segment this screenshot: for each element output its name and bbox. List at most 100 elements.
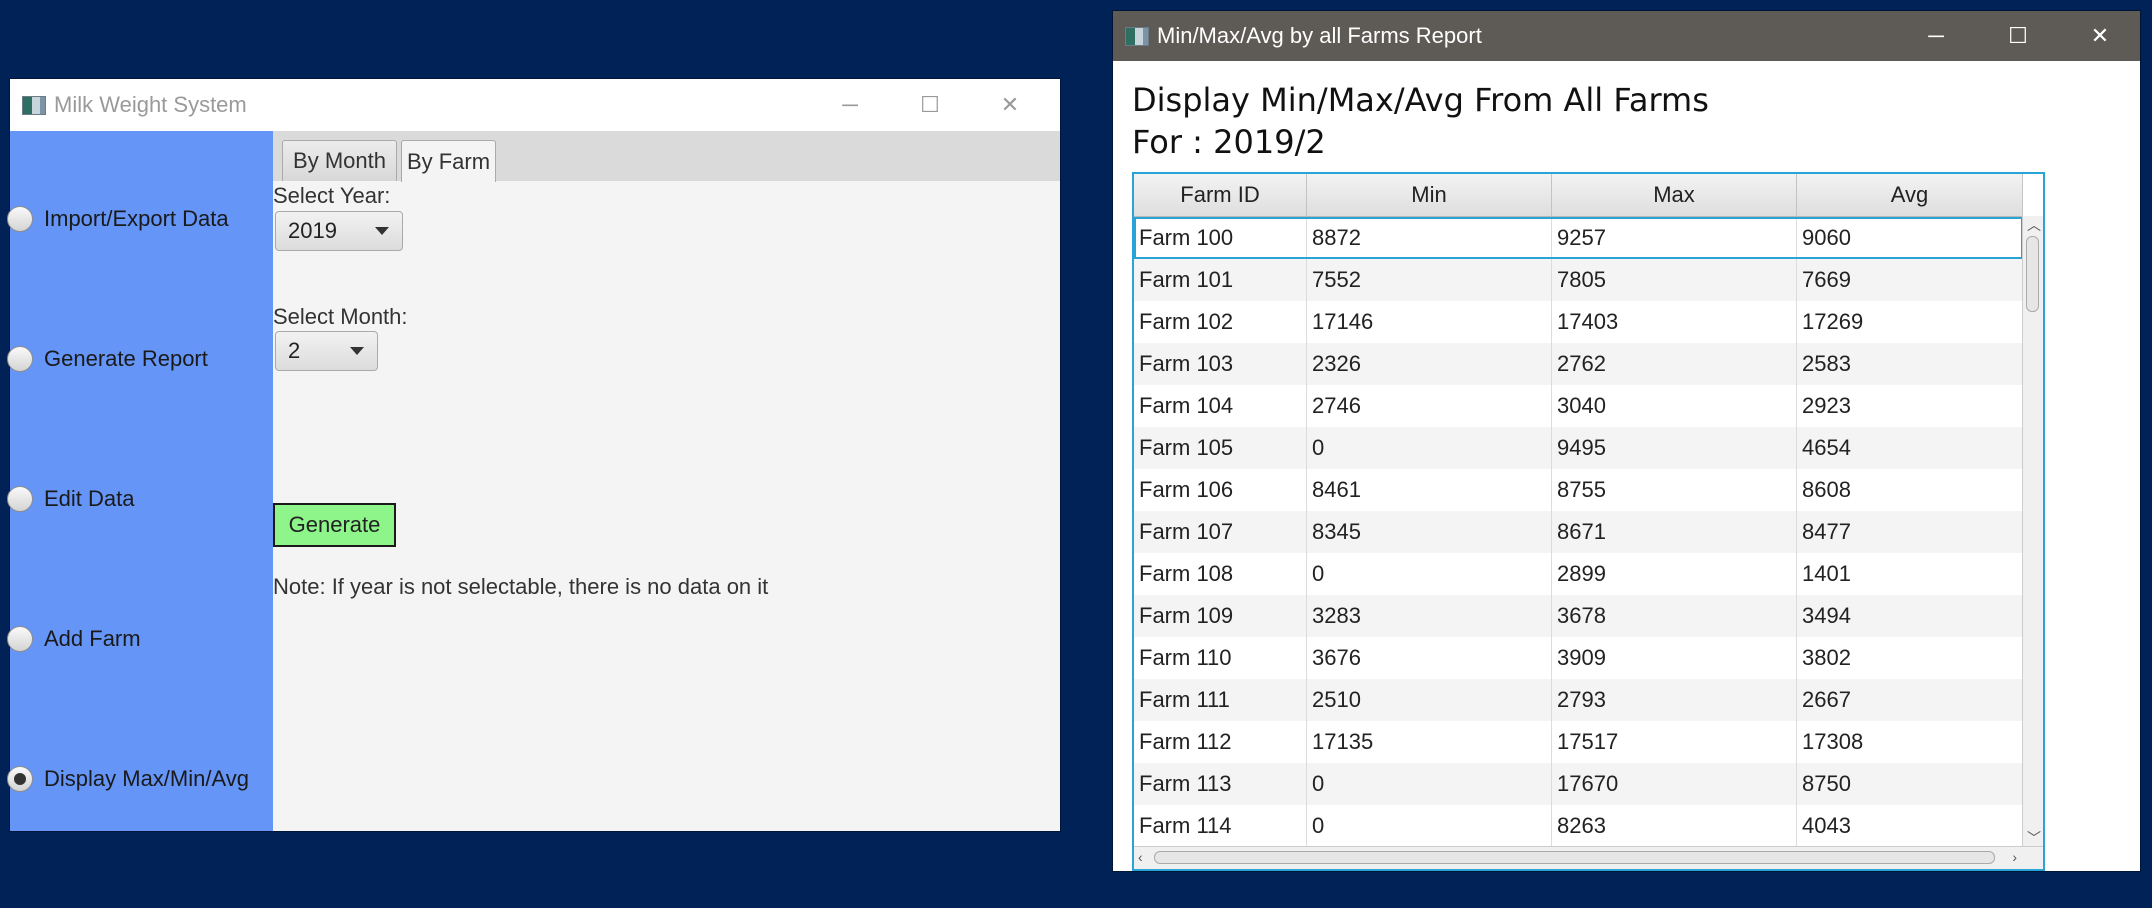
maximize-icon[interactable]: ☐ bbox=[1978, 11, 2058, 61]
main-window-titlebar[interactable]: Milk Weight System ─ ☐ ✕ bbox=[10, 79, 1060, 131]
radio-button-selected[interactable] bbox=[7, 766, 33, 792]
cell-avg: 8750 bbox=[1797, 763, 2023, 805]
cell-avg: 2583 bbox=[1797, 343, 2023, 385]
radio-button[interactable] bbox=[7, 626, 33, 652]
tab-by-farm[interactable]: By Farm bbox=[401, 140, 496, 182]
scroll-down-icon[interactable]: ﹀ bbox=[2027, 831, 2041, 845]
vertical-scrollbar[interactable]: ︿ ﹀ bbox=[2022, 216, 2043, 847]
cell-min: 2510 bbox=[1307, 679, 1552, 721]
radio-button[interactable] bbox=[7, 206, 33, 232]
vertical-scroll-thumb[interactable] bbox=[2026, 236, 2039, 312]
cell-farm-id: Farm 113 bbox=[1134, 763, 1307, 805]
table-row[interactable]: Farm 114 0 8263 4043 bbox=[1134, 805, 2023, 847]
cell-max: 8755 bbox=[1552, 469, 1797, 511]
chevron-down-icon bbox=[350, 347, 364, 355]
cell-max: 7805 bbox=[1552, 259, 1797, 301]
table-row[interactable]: Farm 108 0 2899 1401 bbox=[1134, 553, 2023, 595]
cell-farm-id: Farm 112 bbox=[1134, 721, 1307, 763]
radio-button[interactable] bbox=[7, 346, 33, 372]
cell-max: 3678 bbox=[1552, 595, 1797, 637]
table-row[interactable]: Farm 106 8461 8755 8608 bbox=[1134, 469, 2023, 511]
month-select-value: 2 bbox=[288, 338, 301, 363]
cell-farm-id: Farm 111 bbox=[1134, 679, 1307, 721]
cell-min: 8345 bbox=[1307, 511, 1552, 553]
cell-farm-id: Farm 104 bbox=[1134, 385, 1307, 427]
report-table[interactable]: Farm ID Min Max Avg Farm 100 8872 9257 9060… bbox=[1132, 172, 2045, 871]
cell-farm-id: Farm 106 bbox=[1134, 469, 1307, 511]
table-row[interactable]: Farm 111 2510 2793 2667 bbox=[1134, 679, 2023, 721]
table-row[interactable]: Farm 113 0 17670 8750 bbox=[1134, 763, 2023, 805]
horizontal-scroll-thumb[interactable] bbox=[1154, 851, 1995, 864]
column-header-farm-id[interactable]: Farm ID bbox=[1134, 174, 1307, 216]
sidebar-item-edit-data[interactable]: Edit Data bbox=[7, 479, 135, 519]
table-body: Farm 100 8872 9257 9060 Farm 101 7552 7805 7669… bbox=[1134, 217, 2023, 847]
sidebar-item-generate-report[interactable]: Generate Report bbox=[7, 339, 208, 379]
sidebar-item-display-max-min-avg[interactable]: Display Max/Min/Avg bbox=[7, 759, 249, 799]
cell-avg: 17308 bbox=[1797, 721, 2023, 763]
report-window-titlebar[interactable]: Min/Max/Avg by all Farms Report ─ ☐ ✕ bbox=[1113, 11, 2140, 61]
cell-min: 8461 bbox=[1307, 469, 1552, 511]
chevron-down-icon bbox=[375, 227, 389, 235]
main-content: By Month By Farm Select Year: 2019 Selec… bbox=[273, 131, 1060, 831]
sidebar-item-import-export[interactable]: Import/Export Data bbox=[7, 199, 229, 239]
column-header-min[interactable]: Min bbox=[1307, 174, 1552, 216]
cell-max: 3909 bbox=[1552, 637, 1797, 679]
cell-max: 2899 bbox=[1552, 553, 1797, 595]
minimize-icon[interactable]: ─ bbox=[810, 79, 890, 131]
sidebar-item-add-farm[interactable]: Add Farm bbox=[7, 619, 141, 659]
cell-max: 8263 bbox=[1552, 805, 1797, 847]
generate-button[interactable]: Generate bbox=[273, 503, 396, 547]
maximize-icon[interactable]: ☐ bbox=[890, 79, 970, 131]
cell-avg: 2667 bbox=[1797, 679, 2023, 721]
select-month-label: Select Month: bbox=[273, 304, 408, 329]
table-row[interactable]: Farm 101 7552 7805 7669 bbox=[1134, 259, 2023, 301]
scroll-right-icon[interactable]: › bbox=[2012, 850, 2017, 864]
table-row[interactable]: Farm 103 2326 2762 2583 bbox=[1134, 343, 2023, 385]
minimize-icon[interactable]: ─ bbox=[1896, 11, 1976, 61]
cell-min: 3283 bbox=[1307, 595, 1552, 637]
select-year-label: Select Year: bbox=[273, 183, 391, 208]
table-row[interactable]: Farm 100 8872 9257 9060 bbox=[1134, 217, 2023, 259]
cell-min: 8872 bbox=[1307, 217, 1552, 259]
radio-button[interactable] bbox=[7, 486, 33, 512]
column-header-max[interactable]: Max bbox=[1552, 174, 1797, 216]
cell-farm-id: Farm 105 bbox=[1134, 427, 1307, 469]
table-row[interactable]: Farm 102 17146 17403 17269 bbox=[1134, 301, 2023, 343]
cell-farm-id: Farm 107 bbox=[1134, 511, 1307, 553]
scroll-left-icon[interactable]: ‹ bbox=[1138, 850, 1143, 864]
cell-max: 17403 bbox=[1552, 301, 1797, 343]
cell-farm-id: Farm 109 bbox=[1134, 595, 1307, 637]
cell-max: 17670 bbox=[1552, 763, 1797, 805]
table-row[interactable]: Farm 105 0 9495 4654 bbox=[1134, 427, 2023, 469]
cell-min: 17135 bbox=[1307, 721, 1552, 763]
main-window: Milk Weight System ─ ☐ ✕ Import/Export D… bbox=[7, 79, 1060, 831]
cell-farm-id: Farm 114 bbox=[1134, 805, 1307, 847]
sidebar-item-label: Display Max/Min/Avg bbox=[44, 766, 249, 791]
cell-max: 2762 bbox=[1552, 343, 1797, 385]
table-row[interactable]: Farm 107 8345 8671 8477 bbox=[1134, 511, 2023, 553]
cell-max: 9257 bbox=[1552, 217, 1797, 259]
scroll-up-icon[interactable]: ︿ bbox=[2027, 218, 2041, 232]
column-header-avg[interactable]: Avg bbox=[1797, 174, 2023, 216]
sidebar-item-label: Generate Report bbox=[44, 346, 208, 371]
cell-farm-id: Farm 110 bbox=[1134, 637, 1307, 679]
table-row[interactable]: Farm 109 3283 3678 3494 bbox=[1134, 595, 2023, 637]
tab-by-month[interactable]: By Month bbox=[282, 140, 397, 181]
cell-avg: 4654 bbox=[1797, 427, 2023, 469]
cell-min: 2746 bbox=[1307, 385, 1552, 427]
cell-max: 3040 bbox=[1552, 385, 1797, 427]
table-row[interactable]: Farm 112 17135 17517 17308 bbox=[1134, 721, 2023, 763]
table-row[interactable]: Farm 110 3676 3909 3802 bbox=[1134, 637, 2023, 679]
cell-max: 9495 bbox=[1552, 427, 1797, 469]
cell-min: 3676 bbox=[1307, 637, 1552, 679]
horizontal-scrollbar[interactable]: ‹ › bbox=[1134, 846, 2043, 869]
main-window-title: Milk Weight System bbox=[54, 92, 247, 117]
table-row[interactable]: Farm 104 2746 3040 2923 bbox=[1134, 385, 2023, 427]
year-select[interactable]: 2019 bbox=[275, 211, 403, 251]
cell-avg: 8608 bbox=[1797, 469, 2023, 511]
cell-farm-id: Farm 102 bbox=[1134, 301, 1307, 343]
close-icon[interactable]: ✕ bbox=[970, 79, 1050, 131]
cell-min: 7552 bbox=[1307, 259, 1552, 301]
month-select[interactable]: 2 bbox=[275, 331, 378, 371]
close-icon[interactable]: ✕ bbox=[2060, 11, 2140, 61]
